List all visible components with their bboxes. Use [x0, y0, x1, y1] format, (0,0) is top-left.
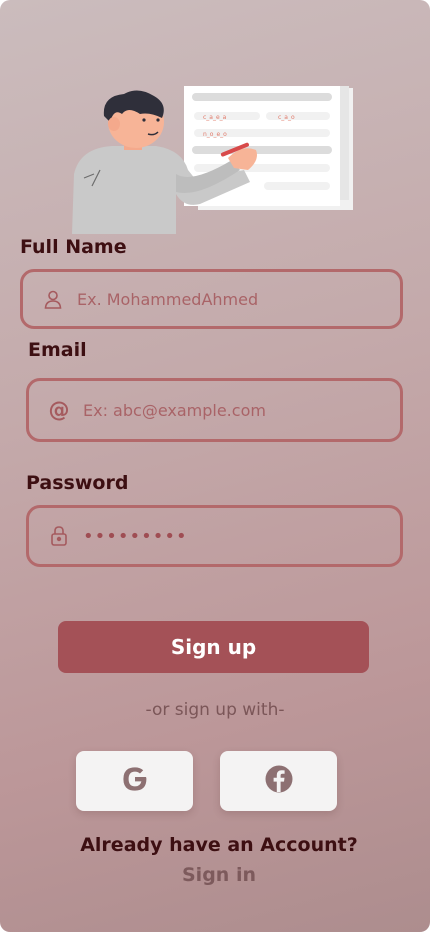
password-input[interactable]: •••••••••	[83, 526, 188, 547]
full-name-field[interactable]	[20, 269, 403, 329]
user-icon	[41, 287, 65, 311]
facebook-signup-button[interactable]	[220, 751, 337, 811]
full-name-label: Full Name	[20, 236, 127, 258]
at-icon: @	[48, 398, 70, 422]
password-label: Password	[26, 472, 129, 494]
already-have-account-text: Already have an Account?	[80, 834, 358, 856]
svg-text:c_a_o: c_a_o	[278, 114, 295, 121]
email-field[interactable]: @	[26, 378, 403, 442]
full-name-input[interactable]	[77, 289, 377, 309]
sign-in-link[interactable]: Sign in	[0, 864, 430, 886]
svg-text:n_o_e_o: n_o_e_o	[203, 131, 227, 138]
email-label: Email	[28, 339, 87, 361]
facebook-icon	[264, 764, 294, 798]
lock-icon	[47, 524, 71, 548]
email-input[interactable]	[83, 400, 383, 420]
google-icon	[120, 764, 150, 798]
svg-text:c_a_e_a: c_a_e_a	[203, 114, 227, 121]
or-sign-up-with-text: -or sign up with-	[145, 700, 285, 720]
sign-up-button[interactable]: Sign up	[58, 621, 369, 673]
password-field[interactable]: •••••••••	[26, 505, 403, 567]
signup-screen: c_a_e_a c_a_o n_o_e_o Full Name Ex. Moha…	[0, 0, 430, 932]
signup-illustration: c_a_e_a c_a_o n_o_e_o	[72, 86, 353, 234]
google-signup-button[interactable]	[76, 751, 193, 811]
